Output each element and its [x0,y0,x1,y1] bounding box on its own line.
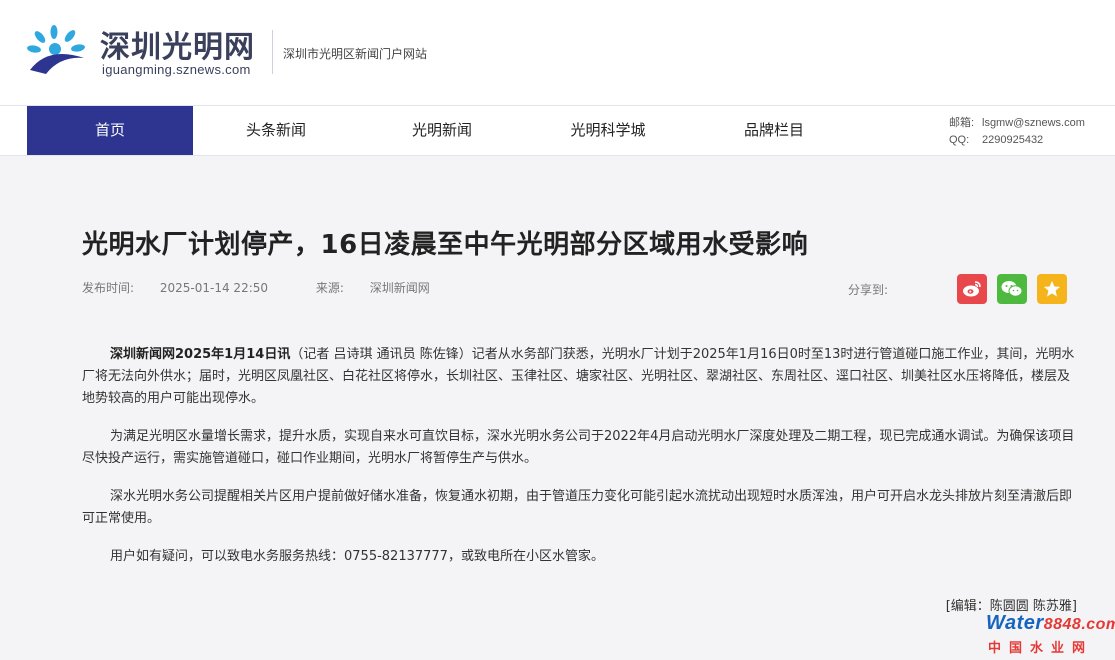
publish-label: 发布时间: [82,281,135,295]
source-value: 深圳新闻网 [369,281,430,295]
article-meta: 发布时间: 2025-01-14 22:50 来源: 深圳新闻网 [82,279,474,296]
paragraph-2: 为满足光明区水量增长需求，提升水质，实现自来水可直饮目标，深水光明水务公司于20… [82,429,1075,466]
watermark-text-b: 8848.com [1043,616,1115,633]
nav-item-brand-columns[interactable]: 品牌栏目 [691,106,857,155]
publish-value: 2025-01-14 22:50 [159,281,269,295]
qq-label: QQ: [949,134,970,146]
qzone-star-icon [1043,280,1061,297]
share-weibo-button[interactable] [957,274,987,304]
source-label: 来源: [315,281,344,295]
nav-item-science-city[interactable]: 光明科学城 [525,106,691,155]
site-tagline: 深圳市光明区新闻门户网站 [283,47,428,61]
dateline: 深圳新闻网2025年1月14日讯 [110,347,291,362]
contact-info: 邮箱: lsgmw@sznews.com QQ: 2290925432 [949,115,1085,149]
source: 来源: 深圳新闻网 [316,281,452,295]
share-wechat-button[interactable] [997,274,1027,304]
nav-item-headlines[interactable]: 头条新闻 [193,106,359,155]
watermark-text-cn: 中国水业网 [988,641,1094,656]
article-body: 深圳新闻网2025年1月14日讯（记者 吕诗琪 通讯员 陈佐锋）记者从水务部门获… [82,344,1080,584]
paragraph-4: 用户如有疑问，可以致电水务服务热线：0755-82137777，或致电所在小区水… [110,549,604,564]
divider [272,30,273,74]
nav-item-home[interactable]: 首页 [27,106,193,155]
nav-item-guangming-news[interactable]: 光明新闻 [359,106,525,155]
qq-value: 2290925432 [982,134,1044,146]
main-nav: 首页 头条新闻 光明新闻 光明科学城 品牌栏目 邮箱: lsgmw@sznews.… [0,105,1115,156]
share-label: 分享到: [848,283,889,297]
paragraph-1: 深圳新闻网2025年1月14日讯（记者 吕诗琪 通讯员 陈佐锋）记者从水务部门获… [82,344,1080,410]
site-header: 深圳光明网 iguangming.sznews.com 深圳市光明区新闻门户网站 [0,0,1115,105]
paragraph-3: 深水光明水务公司提醒相关片区用户提前做好储水准备，恢复通水初期，由于管道压力变化… [82,489,1073,526]
publish-time: 发布时间: 2025-01-14 22:50 [82,281,290,295]
email-label: 邮箱: [949,117,975,129]
watermark-logo: Water8848.com 中国水业网 [986,612,1115,656]
article-title: 光明水厂计划停产，16日凌晨至中午光明部分区域用水受影响 [82,230,809,260]
logo-text[interactable]: 深圳光明网 [100,22,255,66]
wechat-icon [1001,281,1023,297]
weibo-icon [963,281,981,297]
watermark-text-a: Water [986,612,1044,634]
email-value: lsgmw@sznews.com [982,117,1085,129]
sunburst-logo-icon[interactable] [26,24,88,76]
share-qzone-button[interactable] [1037,274,1067,304]
logo-domain[interactable]: iguangming.sznews.com [102,62,251,77]
